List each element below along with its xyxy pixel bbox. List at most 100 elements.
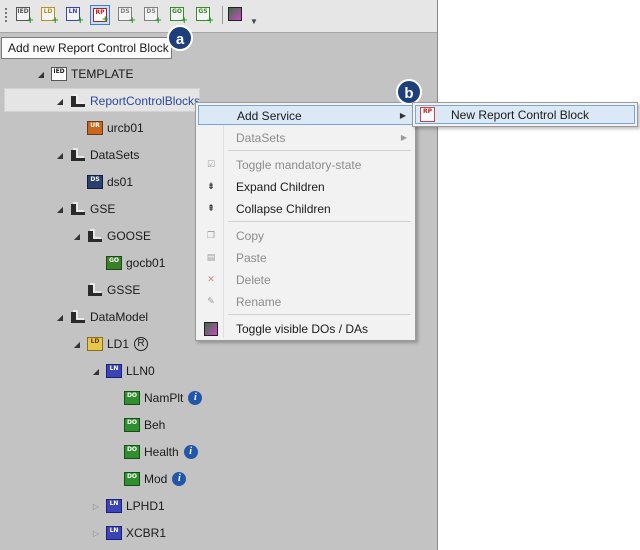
menu-item-paste[interactable]: ▤ Paste bbox=[198, 248, 413, 268]
menu-item-collapse-children[interactable]: ⇞ Collapse Children bbox=[198, 199, 413, 219]
menu-separator bbox=[228, 150, 411, 151]
add-plus-icon: + bbox=[180, 16, 188, 26]
add-plus-icon: + bbox=[26, 16, 34, 26]
urcb-icon: UR bbox=[87, 121, 103, 135]
tree-node-data-model[interactable]: ◢ DataModel bbox=[55, 308, 148, 326]
registered-badge-icon: R bbox=[134, 337, 149, 351]
tree-node-ld1[interactable]: ◢ LD LD1 R bbox=[72, 335, 149, 353]
tree-node-label: GOOSE bbox=[107, 229, 152, 243]
tree-node-ds01[interactable]: DS ds01 bbox=[72, 173, 133, 191]
tree-node-label: DataModel bbox=[90, 310, 149, 324]
tree-node-mod[interactable]: DO Mod i bbox=[109, 470, 187, 488]
info-icon[interactable]: i bbox=[172, 472, 187, 486]
logical-node-icon: LN bbox=[106, 499, 122, 513]
info-icon[interactable]: i bbox=[183, 445, 198, 459]
toolbar-button-add-ds2[interactable]: DS + bbox=[142, 5, 162, 26]
collapse-arrow-icon[interactable]: ◢ bbox=[72, 340, 82, 349]
data-object-icon: DO bbox=[124, 391, 140, 405]
add-plus-icon: + bbox=[101, 15, 109, 25]
tree-node-label: GSE bbox=[90, 202, 116, 216]
menu-item-expand-children[interactable]: ⇟ Expand Children bbox=[198, 177, 413, 197]
toolbar: IED + LD + LN + RP + DS + DS + GO + GS + ▼ bbox=[0, 0, 437, 33]
tree-node-gocb01[interactable]: GO gocb01 bbox=[91, 254, 165, 272]
expand-icon: ⇟ bbox=[207, 182, 215, 192]
collapse-arrow-icon[interactable]: ◢ bbox=[91, 367, 101, 376]
tree-node-urcb01[interactable]: UR urcb01 bbox=[72, 119, 144, 137]
tree-node-health[interactable]: DO Health i bbox=[109, 443, 198, 461]
folder-icon bbox=[87, 283, 103, 297]
menu-item-toggle-visible[interactable]: Toggle visible DOs / DAs bbox=[198, 319, 413, 339]
info-icon[interactable]: i bbox=[188, 391, 203, 405]
toolbar-button-add-rp[interactable]: RP + bbox=[90, 5, 110, 25]
delete-icon: ✕ bbox=[207, 275, 215, 285]
tree-node-template[interactable]: ◢ IED TEMPLATE bbox=[36, 65, 133, 83]
menu-item-label: Delete bbox=[236, 273, 271, 287]
toolbar-button-add-ied[interactable]: IED + bbox=[14, 5, 34, 26]
tree-node-label: GSSE bbox=[107, 283, 141, 297]
menu-item-toggle-mandatory[interactable]: ☑ Toggle mandatory-state bbox=[198, 155, 413, 175]
toolbar-button-toggle-visible[interactable] bbox=[226, 5, 246, 25]
callout-a: a bbox=[167, 25, 193, 51]
menu-item-label: Copy bbox=[236, 229, 265, 243]
copy-icon: ❐ bbox=[206, 231, 216, 241]
collapse-arrow-icon[interactable]: ◢ bbox=[72, 232, 82, 241]
menu-item-copy[interactable]: ❐ Copy bbox=[198, 226, 413, 246]
data-object-icon: DO bbox=[124, 445, 140, 459]
tree-node-report-control-blocks[interactable]: ◢ ReportControlBlocks bbox=[55, 92, 200, 110]
context-menu: Add Service ▶ DataSets ▶ ☑ Toggle mandatory-s… bbox=[195, 102, 416, 341]
menu-item-new-report-control-block[interactable]: RP New Report Control Block bbox=[415, 105, 635, 124]
tree-node-goose[interactable]: ◢ GOOSE bbox=[72, 227, 151, 245]
toolbar-overflow-icon[interactable]: ▼ bbox=[250, 17, 258, 26]
menu-item-delete[interactable]: ✕ Delete bbox=[198, 270, 413, 290]
tree-node-beh[interactable]: DO Beh bbox=[109, 416, 165, 434]
tree-node-gsse[interactable]: GSSE bbox=[72, 281, 140, 299]
toolbar-separator bbox=[222, 6, 223, 24]
tree-node-label: TEMPLATE bbox=[71, 67, 134, 81]
collapse-arrow-icon[interactable]: ◢ bbox=[55, 205, 65, 214]
menu-item-label: Toggle mandatory-state bbox=[236, 158, 362, 172]
menu-item-label: Add Service bbox=[237, 109, 302, 123]
logical-node-icon: LN bbox=[106, 364, 122, 378]
menu-item-rename[interactable]: ✎ Rename bbox=[198, 292, 413, 312]
add-plus-icon: + bbox=[154, 16, 162, 26]
menu-item-label: DataSets bbox=[236, 131, 286, 145]
toolbar-button-add-ds[interactable]: DS + bbox=[116, 5, 136, 26]
tree-node-label: urcb01 bbox=[107, 121, 144, 135]
data-object-icon: DO bbox=[124, 472, 140, 486]
toolbar-button-add-ln[interactable]: LN + bbox=[64, 5, 84, 26]
expand-arrow-icon[interactable]: ▷ bbox=[91, 502, 101, 511]
tree-node-gse[interactable]: ◢ GSE bbox=[55, 200, 115, 218]
menu-item-label: Rename bbox=[236, 295, 282, 309]
tree-node-label: XCBR1 bbox=[126, 526, 167, 540]
tree-node-datasets[interactable]: ◢ DataSets bbox=[55, 146, 139, 164]
toolbar-button-add-gs[interactable]: GS + bbox=[194, 5, 214, 26]
tree-node-label: LPHD1 bbox=[126, 499, 165, 513]
ied-icon: IED bbox=[51, 67, 67, 81]
collapse-arrow-icon[interactable]: ◢ bbox=[36, 70, 46, 79]
toolbar-grip[interactable] bbox=[5, 8, 7, 24]
collapse-arrow-icon[interactable]: ◢ bbox=[55, 151, 65, 160]
tree-node-namplt[interactable]: DO NamPlt i bbox=[109, 389, 203, 407]
tree-node-label: ds01 bbox=[107, 175, 134, 189]
submenu-arrow-icon: ▶ bbox=[400, 133, 407, 142]
folder-icon bbox=[70, 148, 86, 162]
tree-node-label: Mod bbox=[144, 472, 168, 486]
toolbar-button-add-go[interactable]: GO + bbox=[168, 5, 188, 26]
tree-node-lphd1[interactable]: ▷ LN LPHD1 bbox=[91, 497, 165, 515]
paste-icon: ▤ bbox=[206, 253, 216, 263]
tree-node-xcbr1[interactable]: ▷ LN XCBR1 bbox=[91, 524, 166, 542]
tree-node-label: LLN0 bbox=[126, 364, 155, 378]
tree-node-lln0[interactable]: ◢ LN LLN0 bbox=[91, 362, 155, 380]
collapse-arrow-icon[interactable]: ◢ bbox=[55, 97, 65, 106]
expand-arrow-icon[interactable]: ▷ bbox=[91, 529, 101, 538]
menu-item-add-service[interactable]: Add Service ▶ bbox=[198, 105, 413, 125]
collapse-icon: ⇞ bbox=[207, 204, 215, 214]
folder-icon bbox=[70, 310, 86, 324]
tree-node-label: Beh bbox=[144, 418, 166, 432]
collapse-arrow-icon[interactable]: ◢ bbox=[55, 313, 65, 322]
add-plus-icon: + bbox=[128, 16, 136, 26]
menu-separator bbox=[228, 221, 411, 222]
folder-icon bbox=[70, 202, 86, 216]
menu-item-datasets[interactable]: DataSets ▶ bbox=[198, 128, 413, 148]
toolbar-button-add-ld[interactable]: LD + bbox=[39, 5, 59, 26]
